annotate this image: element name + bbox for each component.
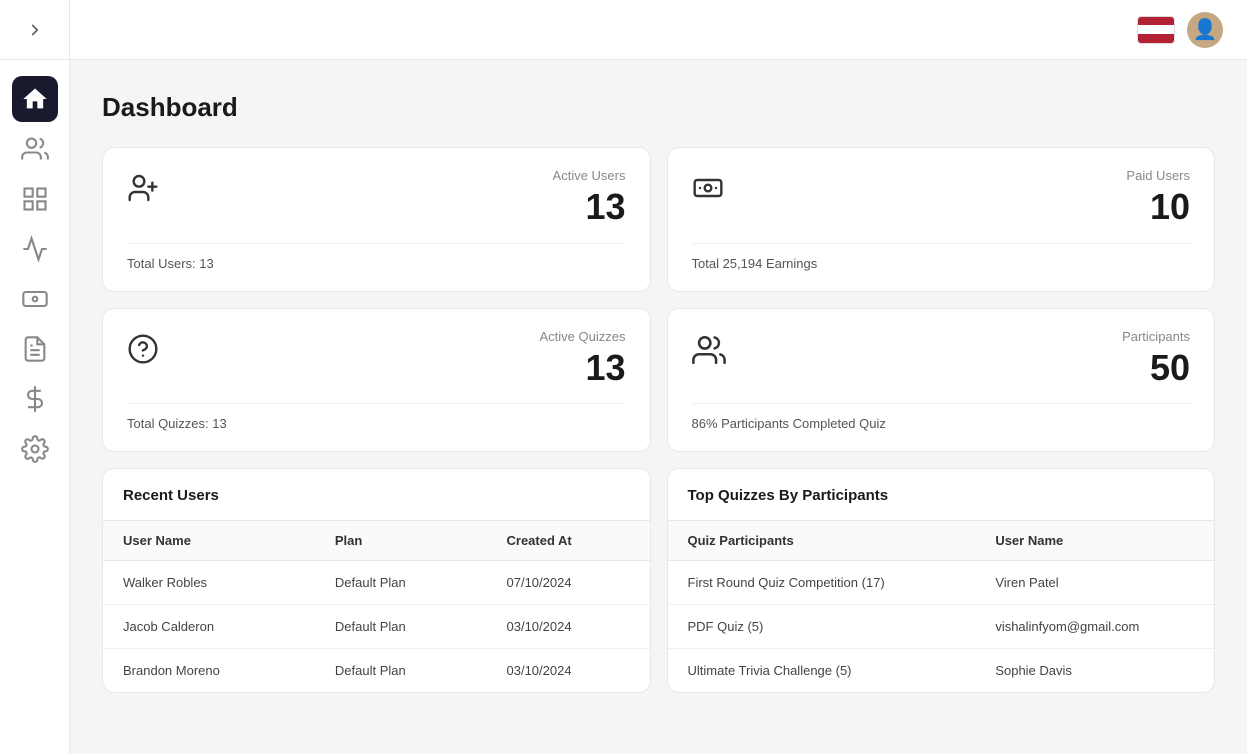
user-plus-icon [127, 172, 159, 211]
active-quizzes-label: Active Quizzes [540, 329, 626, 344]
flag-stripe-red [1138, 17, 1174, 26]
stat-card-participants: Participants 50 86% Participants Complet… [667, 308, 1216, 453]
participants-footer: 86% Participants Completed Quiz [692, 403, 1191, 431]
cell-quiz-username: Sophie Davis [975, 649, 1214, 693]
group-icon [692, 333, 726, 374]
topbar: 👤 [70, 0, 1247, 60]
stat-card-paid-users: Paid Users 10 Total 25,194 Earnings [667, 147, 1216, 292]
stat-right: Active Users 13 [553, 168, 626, 227]
sidebar-item-earnings[interactable] [12, 276, 58, 322]
cell-quiz-username: Viren Patel [975, 561, 1214, 605]
top-quizzes-table: Quiz Participants User Name First Round … [668, 520, 1215, 692]
sidebar [0, 0, 70, 754]
flag-stripe-red2 [1138, 34, 1174, 43]
participants-value: 50 [1122, 348, 1190, 388]
sidebar-item-reports[interactable] [12, 226, 58, 272]
sidebar-item-users[interactable] [12, 126, 58, 172]
page-title: Dashboard [102, 92, 1215, 123]
top-quizzes-card: Top Quizzes By Participants Quiz Partici… [667, 468, 1216, 693]
cell-plan: Default Plan [315, 561, 487, 605]
stat-card-top: Active Users 13 [127, 168, 626, 227]
cell-quiz-username: vishalinfyom@gmail.com [975, 605, 1214, 649]
stats-grid: Active Users 13 Total Users: 13 Paid Use… [102, 147, 1215, 452]
cell-plan: Default Plan [315, 605, 487, 649]
main-content: 👤 Dashboard Active Users 13 Total Users:… [70, 0, 1247, 754]
col-quiz-username: User Name [975, 521, 1214, 561]
tables-grid: Recent Users User Name Plan Created At W… [102, 468, 1215, 693]
participants-label: Participants [1122, 329, 1190, 344]
recent-users-card: Recent Users User Name Plan Created At W… [102, 468, 651, 693]
table-row: PDF Quiz (5) vishalinfyom@gmail.com [668, 605, 1215, 649]
paid-users-footer: Total 25,194 Earnings [692, 243, 1191, 271]
stat-card-active-users: Active Users 13 Total Users: 13 [102, 147, 651, 292]
paid-users-value: 10 [1126, 187, 1190, 227]
table-row: Brandon Moreno Default Plan 03/10/2024 [103, 649, 650, 693]
stat-right: Active Quizzes 13 [540, 329, 626, 388]
sidebar-item-grid[interactable] [12, 176, 58, 222]
active-users-value: 13 [553, 187, 626, 227]
stat-right: Paid Users 10 [1126, 168, 1190, 227]
stat-right: Participants 50 [1122, 329, 1190, 388]
cash-icon [692, 172, 724, 211]
sidebar-item-settings[interactable] [12, 426, 58, 472]
col-created: Created At [487, 521, 650, 561]
recent-users-table: User Name Plan Created At Walker Robles … [103, 520, 650, 692]
table-row: Walker Robles Default Plan 07/10/2024 [103, 561, 650, 605]
col-plan: Plan [315, 521, 487, 561]
table-row: First Round Quiz Competition (17) Viren … [668, 561, 1215, 605]
sidebar-item-quizzes[interactable] [12, 326, 58, 372]
cell-quiz-participants: Ultimate Trivia Challenge (5) [668, 649, 976, 693]
cell-created: 03/10/2024 [487, 605, 650, 649]
question-icon [127, 333, 159, 372]
active-users-label: Active Users [553, 168, 626, 183]
cell-plan: Default Plan [315, 649, 487, 693]
stat-card-top: Paid Users 10 [692, 168, 1191, 227]
sidebar-item-home[interactable] [12, 76, 58, 122]
active-quizzes-footer: Total Quizzes: 13 [127, 403, 626, 431]
flag-stripe-white [1138, 25, 1174, 34]
cell-created: 03/10/2024 [487, 649, 650, 693]
stat-card-top: Active Quizzes 13 [127, 329, 626, 388]
cell-created: 07/10/2024 [487, 561, 650, 605]
table-row: Ultimate Trivia Challenge (5) Sophie Dav… [668, 649, 1215, 693]
cell-username: Walker Robles [103, 561, 315, 605]
sidebar-collapse-button[interactable] [0, 0, 69, 60]
cell-quiz-participants: PDF Quiz (5) [668, 605, 976, 649]
language-selector[interactable] [1137, 16, 1175, 44]
sidebar-nav [0, 60, 69, 488]
cell-username: Brandon Moreno [103, 649, 315, 693]
table-row: Jacob Calderon Default Plan 03/10/2024 [103, 605, 650, 649]
top-quizzes-title: Top Quizzes By Participants [668, 469, 1215, 520]
content-area: Dashboard Active Users 13 Total Users: 1… [70, 60, 1247, 754]
stat-card-active-quizzes: Active Quizzes 13 Total Quizzes: 13 [102, 308, 651, 453]
recent-users-title: Recent Users [103, 469, 650, 520]
active-users-footer: Total Users: 13 [127, 243, 626, 271]
col-quiz-participants: Quiz Participants [668, 521, 976, 561]
stat-card-top: Participants 50 [692, 329, 1191, 388]
paid-users-label: Paid Users [1126, 168, 1190, 183]
user-avatar[interactable]: 👤 [1187, 12, 1223, 48]
sidebar-item-billing[interactable] [12, 376, 58, 422]
cell-username: Jacob Calderon [103, 605, 315, 649]
active-quizzes-value: 13 [540, 348, 626, 388]
cell-quiz-participants: First Round Quiz Competition (17) [668, 561, 976, 605]
col-username: User Name [103, 521, 315, 561]
